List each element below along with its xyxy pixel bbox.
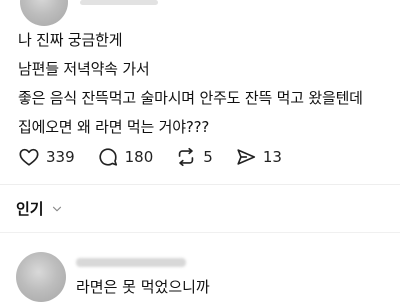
author-name-redacted	[80, 0, 158, 5]
comment-bubble-icon	[99, 148, 117, 166]
sort-dropdown[interactable]: 인기	[16, 198, 64, 219]
post-line: 좋은 음식 잔뜩먹고 술마시며 안주도 잔뜩 먹고 왔을텐데	[18, 89, 363, 107]
repost-count: 5	[203, 148, 213, 166]
send-icon	[237, 149, 255, 165]
chevron-down-icon	[52, 206, 61, 211]
comment-button[interactable]: 180	[97, 146, 154, 168]
like-count: 339	[46, 148, 75, 166]
share-count: 13	[262, 148, 282, 166]
post-actions: 339 180 5 13	[18, 145, 304, 169]
commenter-avatar[interactable]	[16, 252, 66, 302]
comment-text: 라면은 못 먹었으니까	[76, 278, 210, 296]
comment-count: 180	[124, 148, 154, 166]
repost-button[interactable]: 5	[175, 146, 213, 168]
post-body: 나 진짜 궁금한게 남편들 저녁약속 가서 좋은 음식 잔뜩먹고 술마시며 안주…	[18, 26, 394, 142]
heart-icon	[19, 148, 39, 166]
like-button[interactable]: 339	[18, 146, 75, 168]
divider	[0, 232, 400, 233]
divider	[0, 184, 400, 185]
post-line: 남편들 저녁약속 가서	[18, 60, 150, 78]
author-avatar[interactable]	[20, 0, 68, 26]
post-line: 집에오면 왜 라면 먹는 거야???	[18, 118, 210, 136]
post-line: 나 진짜 궁금한게	[18, 31, 123, 49]
share-button[interactable]: 13	[235, 146, 282, 168]
repost-icon	[179, 147, 194, 167]
commenter-name-redacted	[76, 258, 186, 267]
sort-label: 인기	[16, 200, 44, 218]
